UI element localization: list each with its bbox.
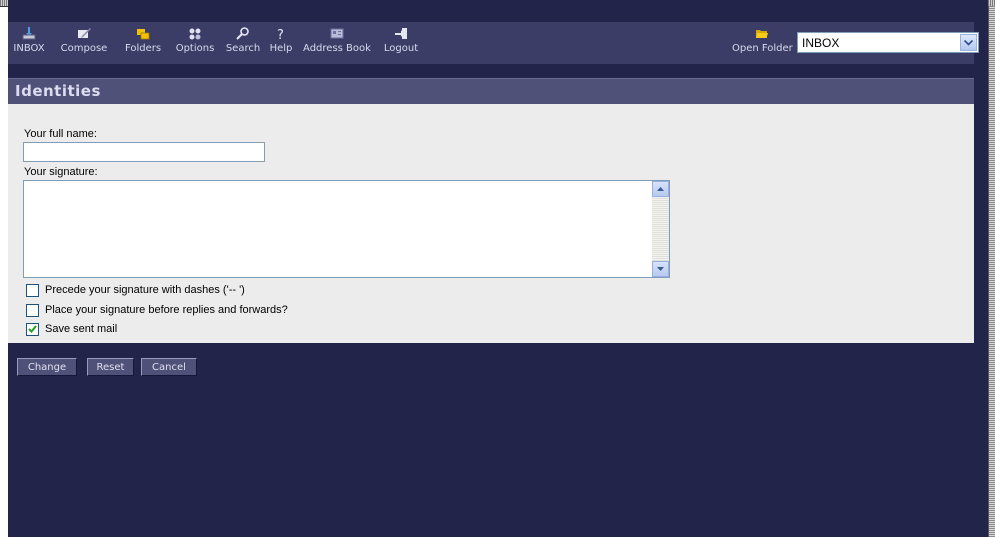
svg-text:?: ?	[277, 28, 284, 40]
toolbar-logout-button[interactable]: Logout	[379, 22, 423, 64]
inbox-icon	[22, 27, 36, 40]
scroll-up-icon[interactable]	[652, 181, 669, 197]
main-toolbar: INBOX Compose Folders Options Search ? H…	[8, 22, 979, 64]
save-sent-mail-checkbox-label: Save sent mail	[45, 323, 118, 335]
section-header: Identities	[8, 78, 974, 104]
toolbar-search-button[interactable]: Search	[222, 22, 264, 64]
cancel-button[interactable]: Cancel	[141, 358, 197, 376]
folder-select-value: INBOX	[802, 36, 840, 50]
change-button[interactable]: Change	[17, 358, 77, 376]
toolbar-label: Compose	[60, 43, 108, 54]
checkmark-icon	[28, 325, 37, 333]
dashes-checkbox[interactable]	[26, 283, 39, 297]
open-folder-icon	[755, 27, 769, 40]
toolbar-label: Logout	[383, 43, 419, 54]
folders-icon	[136, 27, 150, 40]
toolbar-label: Address Book	[303, 43, 371, 54]
address-book-icon	[330, 27, 344, 40]
open-folder-button[interactable]: Open Folder	[732, 22, 793, 64]
window-right-border	[988, 6, 995, 537]
option-row[interactable]: Place your signature before replies and …	[26, 302, 288, 318]
toolbar-label: Folders	[124, 43, 162, 54]
identities-form-panel: Your full name: Your signature: Precede …	[8, 104, 974, 343]
signature-textarea[interactable]	[23, 180, 670, 278]
reset-button[interactable]: Reset	[87, 358, 134, 376]
signature-scrollbar[interactable]	[652, 181, 669, 277]
help-icon: ?	[274, 27, 288, 40]
search-icon	[236, 27, 250, 40]
dashes-checkbox-label: Precede your signature with dashes ('-- …	[45, 284, 245, 296]
open-folder-label: Open Folder	[732, 43, 793, 54]
compose-icon	[77, 27, 91, 40]
toolbar-label: Help	[269, 43, 293, 54]
signature-position-checkbox[interactable]	[26, 303, 39, 317]
full-name-input[interactable]	[23, 142, 265, 162]
toolbar-label: INBOX	[13, 43, 45, 54]
options-icon	[188, 27, 202, 40]
chevron-down-icon[interactable]	[960, 34, 977, 51]
toolbar-inbox-button[interactable]: INBOX	[8, 22, 50, 64]
signature-label: Your signature:	[24, 166, 98, 178]
option-row[interactable]: Save sent mail	[26, 321, 117, 337]
logout-icon	[394, 27, 408, 40]
toolbar-folders-button[interactable]: Folders	[118, 22, 168, 64]
scroll-down-icon[interactable]	[652, 261, 669, 277]
full-name-label: Your full name:	[24, 128, 97, 140]
toolbar-label: Search	[225, 43, 261, 54]
signature-position-checkbox-label: Place your signature before replies and …	[45, 304, 288, 316]
toolbar-compose-button[interactable]: Compose	[52, 22, 116, 64]
page-title: Identities	[15, 82, 101, 100]
folder-select[interactable]: INBOX	[797, 32, 979, 53]
save-sent-mail-checkbox[interactable]	[26, 322, 39, 336]
toolbar-help-button[interactable]: ? Help	[266, 22, 296, 64]
toolbar-address-book-button[interactable]: Address Book	[297, 22, 377, 64]
toolbar-label: Options	[175, 43, 215, 54]
option-row[interactable]: Precede your signature with dashes ('-- …	[26, 282, 245, 298]
toolbar-options-button[interactable]: Options	[170, 22, 220, 64]
